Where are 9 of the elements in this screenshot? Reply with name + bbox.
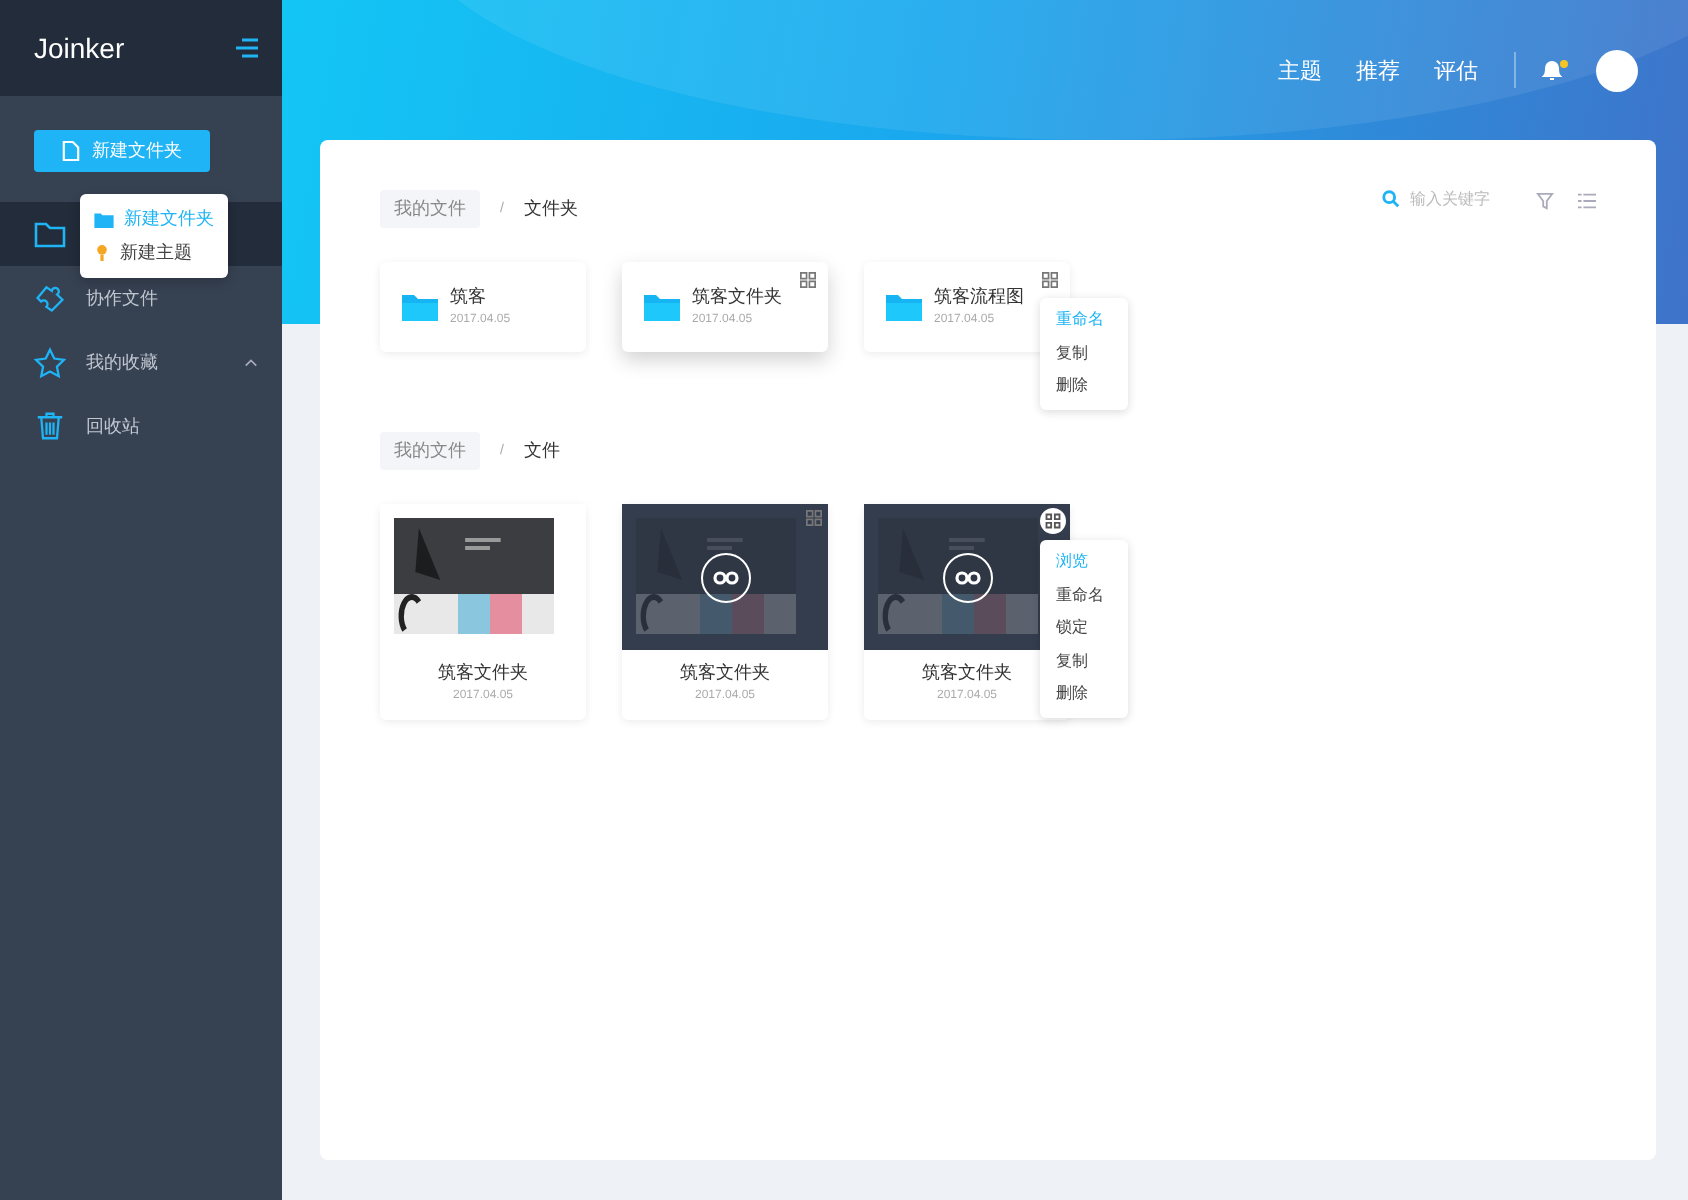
file-name: 筑客文件夹: [692, 284, 782, 310]
app-logo: Joinker: [34, 32, 125, 64]
file-name: 筑客文件夹: [680, 660, 770, 686]
breadcrumb-item: 文件: [523, 438, 560, 464]
file-name: 筑客流程图: [934, 284, 1024, 310]
file-name: 筑客文件夹: [922, 660, 1012, 686]
file-name: 筑客: [450, 284, 488, 310]
breadcrumb-item: 文件夹: [523, 196, 578, 222]
file-name: 筑客文件夹: [438, 660, 528, 686]
